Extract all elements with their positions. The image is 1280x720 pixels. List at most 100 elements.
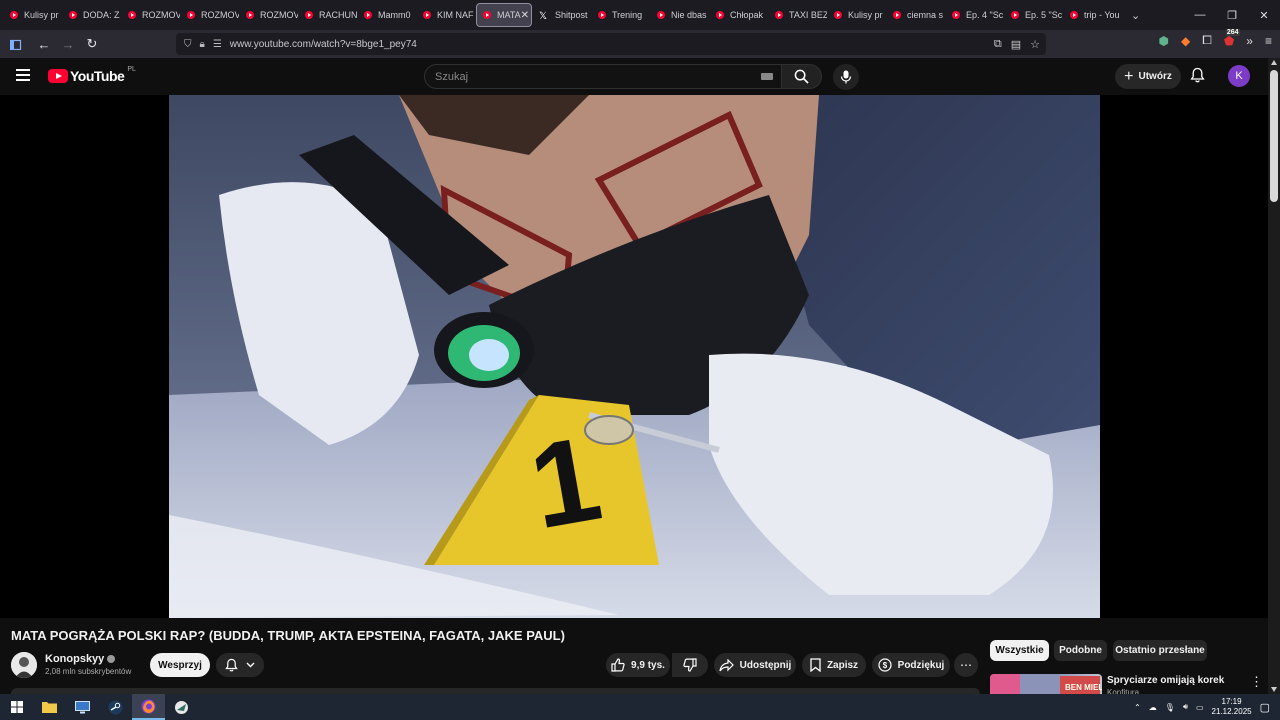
channel-name-text[interactable]: Konopskyy	[45, 653, 104, 665]
like-button[interactable]: 9,9 tys.	[606, 653, 670, 677]
overflow-chevrons-icon[interactable]: »	[1246, 34, 1253, 48]
filter-chip[interactable]: Podobne	[1054, 640, 1107, 661]
browser-tab-label: Nie dbas	[671, 10, 707, 20]
browser-tab-label: ciemna s	[907, 10, 944, 20]
browser-tab[interactable]: trip - You	[1064, 3, 1122, 27]
network-icon[interactable]: ▭	[1196, 703, 1204, 712]
save-label: Zapisz	[826, 659, 859, 671]
channel-name[interactable]: Konopskyy	[45, 653, 116, 665]
browser-tab[interactable]: Chłopak	[710, 3, 768, 27]
search-input[interactable]: Szukaj	[424, 64, 782, 89]
youtube-favicon-icon	[834, 11, 842, 19]
app-menu-icon[interactable]: ≡	[1265, 34, 1272, 48]
microphone-icon	[840, 70, 852, 84]
back-icon[interactable]: ←	[32, 32, 56, 56]
browser-tab[interactable]: Ep. 5 "Sc	[1005, 3, 1063, 27]
browser-tab[interactable]: RACHUN	[299, 3, 357, 27]
onedrive-icon[interactable]: ☁	[1149, 703, 1157, 712]
microphone-tray-icon[interactable]: 🎙︎	[1165, 703, 1175, 712]
create-button[interactable]: + Utwórz	[1115, 64, 1181, 89]
page-scrollbar[interactable]	[1268, 58, 1280, 694]
bookmark-star-icon[interactable]: ☆	[1030, 38, 1040, 51]
browser-tab[interactable]: Nie dbas	[651, 3, 709, 27]
clock[interactable]: 17:19 21.12.2025	[1212, 697, 1252, 717]
file-explorer-icon[interactable]	[33, 694, 66, 720]
volume-icon[interactable]: 🔊︎	[1183, 702, 1188, 712]
scrollbar-thumb[interactable]	[1270, 70, 1278, 202]
reader-view-icon[interactable]: ▤	[1011, 38, 1021, 51]
youtube-logo[interactable]: YouTube PL	[48, 66, 136, 84]
browser-tab[interactable]: KIM NAF	[417, 3, 475, 27]
browser-tab[interactable]: ROZMOV	[122, 3, 180, 27]
browser-tab-label: ROZMOV	[260, 10, 298, 20]
filter-chip[interactable]: Wszystkie	[990, 640, 1049, 661]
lock-icon[interactable]: 🔒︎	[200, 39, 205, 50]
video-frame[interactable]: 1	[169, 95, 1100, 618]
clock-date: 21.12.2025	[1211, 707, 1252, 716]
browser-tab[interactable]: Kulisy pr	[4, 3, 62, 27]
subscription-bell-button[interactable]	[216, 653, 264, 677]
browser-toolbar: ← → ↻ ⛉ 🔒︎ ☰ www.youtube.com/watch?v=8bg…	[0, 28, 1280, 58]
reload-icon[interactable]: ↻	[80, 32, 104, 56]
browser-tab[interactable]: Kulisy pr	[828, 3, 886, 27]
address-bar[interactable]: ⛉ 🔒︎ ☰ www.youtube.com/watch?v=8bge1_pey…	[176, 33, 1046, 55]
sidebar-toggle-icon[interactable]	[4, 32, 28, 56]
vpn-shield-icon[interactable]: ⬢	[1159, 34, 1169, 48]
steam-icon[interactable]	[99, 694, 132, 720]
ublock-icon[interactable]: ⬟ 264	[1224, 28, 1240, 48]
scroll-down-icon[interactable]	[1271, 687, 1277, 692]
browser-tab[interactable]: ROZMOV	[240, 3, 298, 27]
permissions-icon[interactable]: ☰	[213, 39, 222, 50]
search-button[interactable]	[781, 64, 822, 89]
firefox-icon[interactable]	[132, 694, 165, 720]
filter-chip[interactable]: Ostatnio przesłane	[1113, 640, 1207, 661]
shield-icon[interactable]: ⛉	[184, 39, 192, 50]
account-avatar[interactable]: K	[1228, 65, 1250, 87]
tray-overflow-icon[interactable]: ⌃	[1134, 703, 1141, 712]
voice-search-button[interactable]	[833, 64, 859, 90]
chevron-down-icon[interactable]: ⌄	[1131, 9, 1140, 22]
share-icon	[719, 658, 734, 671]
recommendation-menu-icon[interactable]: ⋮	[1250, 674, 1263, 690]
close-window-icon[interactable]: ✕	[1248, 0, 1280, 30]
recommendation-thumbnail[interactable]: BEN MIEL!	[990, 674, 1102, 694]
youtube-header: YouTube PL Szukaj + Utwórz K	[0, 58, 1268, 95]
fox-extension-icon[interactable]: ◆	[1181, 34, 1190, 48]
video-player[interactable]: 1	[0, 95, 1268, 618]
app-bird-icon[interactable]	[165, 694, 198, 720]
scroll-up-icon[interactable]	[1271, 60, 1277, 65]
share-button[interactable]: Udostępnij	[714, 653, 796, 677]
close-tab-icon[interactable]: ✕	[521, 10, 529, 21]
restore-icon[interactable]: ❐	[1216, 0, 1248, 30]
browser-tab[interactable]: Ep. 4 "Sc	[946, 3, 1004, 27]
save-button[interactable]: Zapisz	[802, 653, 866, 677]
browser-tab[interactable]: Mamm0	[358, 3, 416, 27]
browser-tab[interactable]: ROZMOV	[181, 3, 239, 27]
browser-tab[interactable]: MATA ✕	[476, 3, 532, 27]
minimize-icon[interactable]: —	[1184, 0, 1216, 30]
extensions-puzzle-icon[interactable]: ⧠	[1202, 33, 1212, 48]
notifications-bell-icon[interactable]	[1190, 67, 1205, 88]
thanks-button[interactable]: $ Podziękuj	[872, 653, 950, 677]
browser-tab[interactable]: 𝕏 Shitpost	[533, 3, 591, 27]
plus-icon: +	[1124, 67, 1134, 85]
support-button[interactable]: Wesprzyj	[150, 653, 210, 677]
youtube-favicon-icon	[187, 11, 195, 19]
dislike-button[interactable]	[672, 653, 708, 677]
browser-tab[interactable]: Trening	[592, 3, 650, 27]
browser-tab[interactable]: DODA: Z	[63, 3, 121, 27]
browser-tab[interactable]: ciemna s	[887, 3, 945, 27]
start-windows-icon[interactable]	[0, 694, 33, 720]
youtube-play-icon	[48, 69, 68, 83]
remote-desktop-icon[interactable]	[66, 694, 99, 720]
keyboard-icon[interactable]	[761, 73, 773, 80]
more-actions-icon[interactable]: ⋯	[954, 653, 978, 677]
picture-in-picture-icon[interactable]: ⧉	[994, 38, 1002, 51]
forward-icon[interactable]: →	[56, 32, 80, 56]
channel-avatar[interactable]	[11, 652, 37, 678]
browser-tab[interactable]: TAXI BEZ	[769, 3, 827, 27]
notification-center-icon[interactable]: ▢	[1260, 701, 1270, 714]
url-text[interactable]: www.youtube.com/watch?v=8bge1_pey74	[230, 39, 417, 50]
hamburger-menu-icon[interactable]	[16, 69, 30, 81]
recommendation-title[interactable]: Spryciarze omijają korek	[1107, 675, 1224, 686]
